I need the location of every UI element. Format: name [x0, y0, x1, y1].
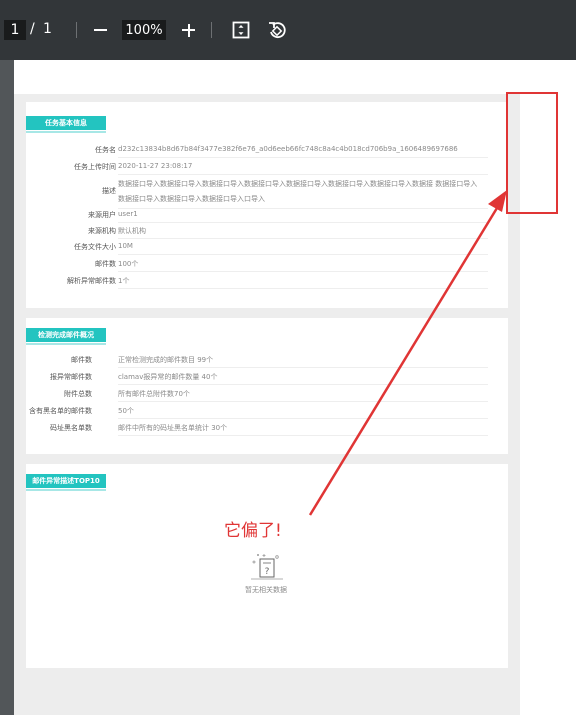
section-title: 检测完成邮件概况 — [26, 328, 106, 345]
info-row: 来源用户 user1 — [26, 206, 488, 223]
zoom-level-input[interactable]: 100% — [122, 20, 166, 40]
row-label: 报异常邮件数 — [50, 373, 92, 381]
row-value: d232c13834b8d67b84f3477e382f6e76_a0d6eeb… — [118, 145, 458, 153]
row-label: 邮件数 — [95, 260, 116, 268]
row-value: clamav报异常的邮件数量 40个 — [118, 373, 218, 381]
page-separator: / — [30, 21, 35, 37]
info-row: 报异常邮件数 clamav报异常的邮件数量 40个 — [26, 368, 488, 385]
info-row: 解析异常邮件数 1个 — [26, 272, 488, 289]
row-label: 任务文件大小 — [74, 243, 116, 251]
info-row: 来源机构 默认机构 — [26, 222, 488, 239]
row-label: 描述 — [102, 187, 116, 195]
section-title: 邮件异常描述TOP10 — [26, 474, 106, 491]
row-value: 邮件中所有的码址黑名单统计 30个 — [118, 424, 228, 432]
row-value: 默认机构 — [118, 227, 146, 235]
row-label: 附件总数 — [64, 390, 92, 398]
info-row: 附件总数 所有邮件总附件数70个 — [26, 385, 488, 402]
page-header-strip — [14, 60, 520, 94]
row-label: 码址黑名单数 — [50, 424, 92, 432]
info-row: 邮件数 100个 — [26, 255, 488, 272]
annotation-highlight-box — [506, 92, 558, 214]
zoom-out-button[interactable] — [92, 20, 108, 40]
row-label: 来源机构 — [88, 227, 116, 235]
info-row: 任务文件大小 10M — [26, 238, 488, 255]
section-title: 任务基本信息 — [26, 116, 106, 133]
row-value: 1个 — [118, 277, 130, 285]
row-value: user1 — [118, 210, 138, 218]
row-label: 任务名 — [95, 146, 116, 154]
svg-text:?: ? — [265, 567, 270, 577]
row-label: 任务上传时间 — [74, 163, 116, 171]
row-label: 含有黑名单的邮件数 — [29, 407, 92, 415]
row-value: 所有邮件总附件数70个 — [118, 390, 190, 398]
row-value: 正常检测完成的邮件数目 99个 — [118, 356, 214, 364]
row-label: 邮件数 — [71, 356, 92, 364]
pdf-toolbar: 1 / 1 100% — [0, 0, 576, 60]
minus-icon — [93, 29, 107, 31]
toolbar-divider — [76, 22, 77, 38]
rotate-icon[interactable] — [266, 19, 288, 41]
row-value: 10M — [118, 242, 133, 250]
row-value: 数据接口导入数据接口导入数据接口导入口导入 — [118, 195, 265, 203]
check-summary-card: 检测完成邮件概况 邮件数 正常检测完成的邮件数目 99个 报异常邮件数 clam… — [26, 318, 508, 454]
row-label: 来源用户 — [88, 211, 116, 219]
row-value: 50个 — [118, 407, 134, 415]
info-row: 描述 数据接口导入数据接口导入数据接口导入数据接口导入数据接口导入数据接口导入数… — [26, 175, 488, 209]
task-basic-info-card: 任务基本信息 任务名 d232c13834b8d67b84f3477e382f6… — [26, 102, 508, 308]
fit-to-page-icon[interactable] — [231, 20, 251, 40]
row-value: 2020-11-27 23:08:17 — [118, 162, 193, 170]
info-row: 码址黑名单数 邮件中所有的码址黑名单统计 30个 — [26, 419, 488, 436]
page-number-input[interactable]: 1 — [4, 20, 26, 40]
empty-data-icon: ? — [251, 554, 283, 580]
row-divider — [118, 435, 488, 436]
info-row: 含有黑名单的邮件数 50个 — [26, 402, 488, 419]
row-divider — [118, 288, 488, 289]
page-total: 1 — [43, 21, 52, 37]
annotation-text: 它偏了! — [224, 521, 282, 541]
row-value: 数据接口导入数据接口导入数据接口导入数据接口导入数据接口导入数据接口导入数据接口… — [118, 180, 478, 188]
toolbar-divider — [211, 22, 212, 38]
row-label: 解析异常邮件数 — [67, 277, 116, 285]
info-row: 邮件数 正常检测完成的邮件数目 99个 — [26, 351, 488, 368]
row-value: 100个 — [118, 260, 139, 268]
info-row: 任务上传时间 2020-11-27 23:08:17 — [26, 158, 488, 175]
mail-anomaly-top10-card: 邮件异常描述TOP10 ? 暂无相关数据 — [26, 464, 508, 668]
zoom-in-button[interactable] — [180, 20, 196, 40]
empty-data-text: 暂无相关数据 — [245, 586, 287, 594]
info-row: 任务名 d232c13834b8d67b84f3477e382f6e76_a0d… — [26, 141, 488, 158]
